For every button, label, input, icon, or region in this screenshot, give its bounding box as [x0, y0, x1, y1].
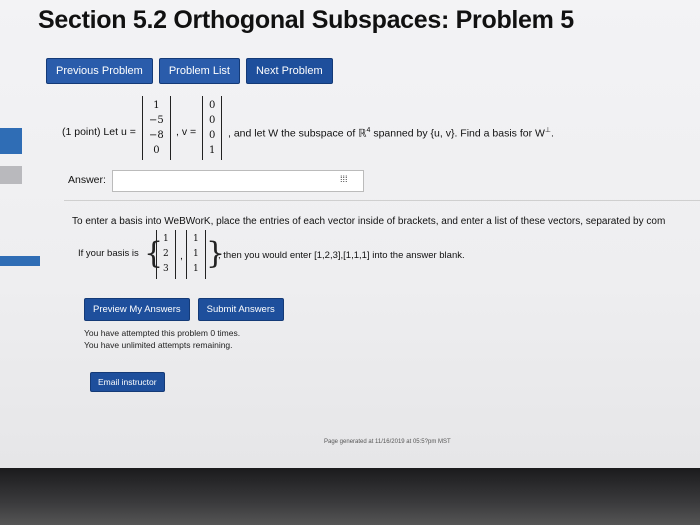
side-tab-active — [0, 128, 22, 154]
vector-u-entry: 0 — [153, 145, 160, 156]
side-tab — [0, 166, 22, 184]
example-vector-1-entry: 2 — [163, 249, 169, 259]
page-footer: Page generated at 11/16/2019 at 05:5?pm … — [324, 439, 451, 445]
vector-u-entry: 1 — [153, 100, 160, 111]
v-label: , v = — [176, 126, 197, 138]
comma: , — [180, 250, 183, 262]
example-vector-1-entry: 3 — [163, 264, 169, 274]
spanned-text: spanned by {u, v}. Find a basis for W — [373, 127, 545, 140]
example-vector-2-entry: 1 — [193, 264, 199, 274]
subspace-text: , and let W the subspace of ℝ — [228, 127, 367, 140]
attempts-remaining: You have unlimited attempts remaining. — [84, 340, 233, 350]
problem-list-button[interactable]: Problem List — [158, 58, 240, 84]
example-vector-2-entry: 1 — [193, 234, 199, 244]
example-vector-2-entry: 1 — [193, 249, 199, 259]
answer-actions: Preview My Answers Submit Answers — [84, 298, 284, 321]
answer-input[interactable] — [112, 170, 364, 192]
vector-v: 0 0 0 1 — [202, 96, 223, 160]
previous-problem-button[interactable]: Previous Problem — [46, 58, 153, 84]
dimension-superscript: 4 — [366, 127, 371, 134]
browser-screen: Section 5.2 Orthogonal Subspaces: Proble… — [0, 0, 700, 468]
example-instruction: , then you would enter [1,2,3],[1,1,1] i… — [218, 250, 465, 261]
example-vector-1: 1 2 3 — [156, 230, 176, 279]
problem-navigation: Previous Problem Problem List Next Probl… — [46, 58, 333, 84]
vector-v-entry: 0 — [209, 130, 216, 141]
vector-v-entry: 0 — [209, 115, 216, 126]
vector-u-entry: −5 — [149, 115, 164, 126]
preview-answers-button[interactable]: Preview My Answers — [84, 298, 190, 321]
period: . — [551, 127, 554, 140]
problem-intro: (1 point) Let u = — [62, 126, 136, 138]
page-title: Section 5.2 Orthogonal Subspaces: Proble… — [38, 6, 574, 34]
divider — [64, 200, 700, 201]
email-instructor-button[interactable]: Email instructor — [90, 372, 165, 392]
laptop-bezel — [0, 468, 700, 525]
submit-answers-button[interactable]: Submit Answers — [197, 298, 284, 321]
attempts-count: You have attempted this problem 0 times. — [84, 328, 241, 338]
example-label: If your basis is — [78, 248, 139, 259]
vector-u-entry: −8 — [149, 130, 164, 141]
next-problem-button[interactable]: Next Problem — [245, 58, 333, 84]
instructions-text: To enter a basis into WeBWorK, place the… — [72, 216, 666, 227]
example-vector-2: 1 1 1 — [186, 230, 206, 279]
vector-u: 1 −5 −8 0 — [142, 96, 171, 160]
vector-v-entry: 1 — [209, 145, 216, 156]
answer-label: Answer: — [68, 174, 106, 186]
attempts-info: You have attempted this problem 0 times.… — [84, 327, 240, 351]
vector-v-entry: 0 — [209, 100, 216, 111]
side-bar-accent — [0, 256, 40, 266]
email-section: Email instructor — [90, 372, 165, 392]
grid-icon[interactable]: ⁞⁞⁞ — [340, 174, 350, 184]
problem-text: , and let W the subspace of ℝ4 spanned b… — [228, 126, 554, 140]
example-vector-1-entry: 1 — [163, 234, 169, 244]
